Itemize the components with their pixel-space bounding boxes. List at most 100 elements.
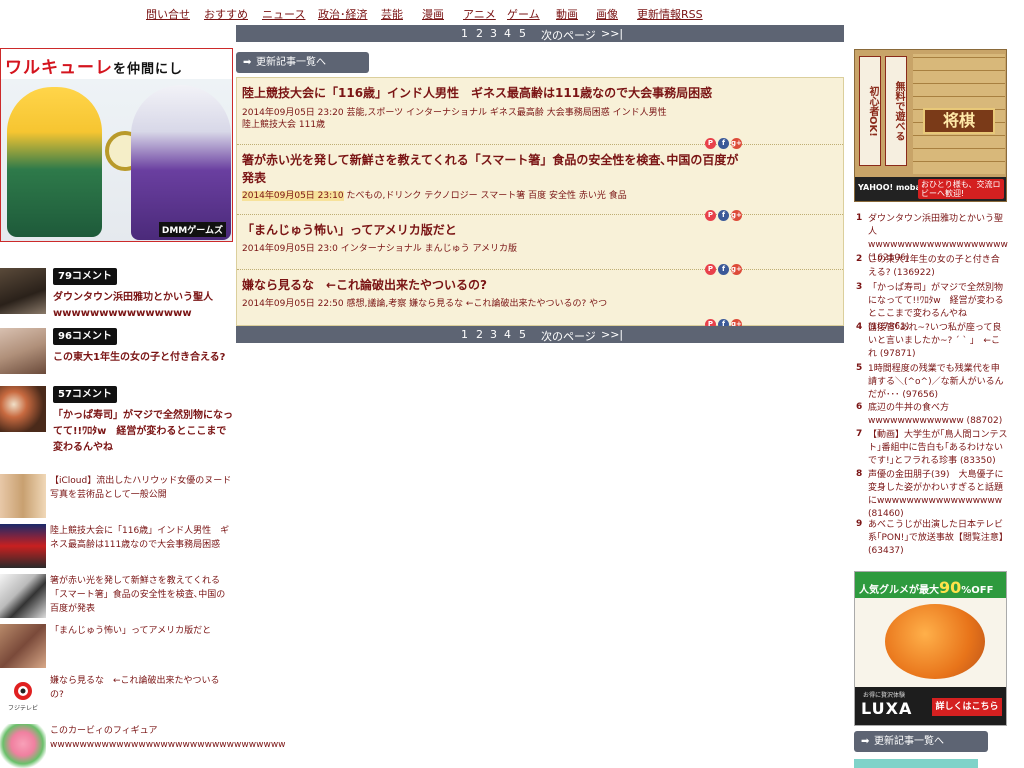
article-tags[interactable]: インターナショナル まんじゅう アメリカ版: [341, 244, 517, 254]
thumbnail: [0, 574, 46, 618]
ad-vertical-text: 無料で遊べる: [885, 56, 907, 166]
article-date: 2014年09月05日 23:0: [242, 244, 338, 254]
ad-character-silver-hair: [131, 85, 231, 240]
article-list: 陸上競技大会に「116歳」インド人男性 ギネス最高齢は111歳なので大会事務局困…: [236, 77, 844, 330]
pager-last[interactable]: >>|: [601, 328, 623, 341]
pager-page-4[interactable]: 4: [504, 328, 511, 341]
ranking-title[interactable]: ダウンタウン浜田雅功とかいう聖人wwwwwwwwwwwwwww: [53, 290, 233, 322]
pager-page-1[interactable]: 1: [461, 328, 468, 341]
share-buttons: Pf g+: [705, 130, 745, 149]
side-list-item[interactable]: 【iCloud】流出したハリウッド女優のヌード写真を芸術品として一般公開: [0, 474, 233, 520]
article-title[interactable]: 「まんじゅう怖い」ってアメリカ版だと: [242, 221, 742, 239]
thumbnail: [0, 524, 46, 568]
rank-text[interactable]: 【動画】大学生が｢鳥人間コンテスト｣番組中に告白も｢あるわけないです!｣とフラれ…: [868, 429, 1008, 468]
ad-logo: DMMゲームズ: [158, 222, 226, 237]
pager-page-4[interactable]: 4: [504, 27, 511, 40]
article-item: 「まんじゅう怖い」ってアメリカ版だと 2014年09月05日 23:0 インター…: [237, 215, 843, 275]
comment-count-badge: 96コメント: [53, 328, 117, 345]
arrow-right-icon: ➡: [861, 736, 870, 747]
ranking-title[interactable]: 「かっぱ寿司」がマジで全然別物になってて!!ﾜﾛﾀw 経営が変わるとここまで変わ…: [53, 408, 233, 456]
arrow-right-icon: ➡: [243, 57, 252, 68]
nav-game[interactable]: ゲーム: [507, 6, 540, 22]
share-buttons: Pf g+: [705, 311, 745, 330]
side-item-title[interactable]: 箸が赤い光を発して新鮮さを教えてくれる「スマート箸」食品の安全性を検査､中国の百…: [50, 574, 233, 616]
side-list-item[interactable]: フジテレビ 嫌なら見るな ←これ論破出来たやついるの?: [0, 674, 233, 720]
rank-text[interactable]: 面接官｢あれ~?いつ私が座って良いと言いましたか~? ´ ` ｣ ←これ (97…: [868, 322, 1008, 361]
pager-last[interactable]: >>|: [601, 27, 623, 40]
nav-video[interactable]: 動画: [556, 6, 578, 22]
shogi-ad-banner[interactable]: 初心者OK! 無料で遊べる 将棋 YAHOO! mobage おひとり様も、交流…: [854, 49, 1007, 202]
rank-number: 7: [856, 429, 863, 439]
svg-text:フジテレビ: フジテレビ: [8, 704, 38, 712]
pager-bottom: 1 2 3 4 5 次のページ >>|: [236, 326, 844, 343]
nav-images[interactable]: 画像: [596, 6, 618, 22]
side-item-title[interactable]: 【iCloud】流出したハリウッド女優のヌード写真を芸術品として一般公開: [50, 474, 233, 502]
side-item-title[interactable]: 嫌なら見るな ←これ論破出来たやついるの?: [50, 674, 233, 702]
side-list-item[interactable]: 「まんじゅう怖い」ってアメリカ版だと: [0, 624, 233, 670]
shogi-title-plate: 将棋: [923, 108, 995, 134]
article-list-button[interactable]: ➡ 更新記事一覧へ: [854, 731, 988, 752]
pager-page-2[interactable]: 2: [476, 27, 483, 40]
article-meta: 2014年09月05日 23:20 芸能,スポーツ インターナショナル ギネス最…: [242, 107, 682, 131]
ad-cta[interactable]: 詳しくはこちら: [932, 698, 1002, 716]
nav-manga[interactable]: 漫画: [422, 6, 444, 22]
rank-number: 1: [856, 213, 863, 223]
rank-text[interactable]: 声優の金田朋子(39) 大島優子に変身した姿がかわいすぎると話題にwwwwwww…: [868, 469, 1008, 521]
left-ranking-item[interactable]: 57コメント 「かっぱ寿司」がマジで全然別物になってて!!ﾜﾛﾀw 経営が変わる…: [0, 386, 233, 456]
article-item: 陸上競技大会に「116歳」インド人男性 ギネス最高齢は111歳なので大会事務局困…: [237, 78, 843, 149]
article-list-button[interactable]: ➡ 更新記事一覧へ: [236, 52, 369, 73]
ad-headline: 人気グルメが最大90%OFF: [855, 572, 1006, 598]
nav-entertainment[interactable]: 芸能: [381, 6, 403, 22]
article-date: 2014年09月05日 23:10: [242, 191, 344, 201]
pager-page-2[interactable]: 2: [476, 328, 483, 341]
pager-next[interactable]: 次のページ: [541, 27, 596, 43]
pager-top: 1 2 3 4 5 次のページ >>|: [236, 25, 844, 42]
article-title[interactable]: 箸が赤い光を発して新鮮さを教えてくれる「スマート箸」食品の安全性を検査､中国の百…: [242, 151, 742, 187]
share-buttons: Pf g+: [705, 202, 745, 221]
ad-cta[interactable]: おひとり様も、交流ロビーへ歓迎!: [918, 179, 1004, 199]
side-item-title[interactable]: このカービィのフィギュアwwwwwwwwwwwwwwwwwwwwwwwwwwww…: [50, 724, 286, 752]
thumbnail: [0, 268, 46, 314]
rank-text[interactable]: 底辺の牛丼の食べ方wwwwwwwwwwwww (88702): [868, 402, 1008, 428]
ad-title: ワルキューレを仲間にし: [5, 58, 184, 78]
side-list-item[interactable]: このカービィのフィギュアwwwwwwwwwwwwwwwwwwwwwwwwwwww…: [0, 724, 286, 768]
side-list-item[interactable]: 箸が赤い光を発して新鮮さを教えてくれる「スマート箸」食品の安全性を検査､中国の百…: [0, 574, 233, 620]
fujitv-logo-thumbnail: フジテレビ: [0, 674, 46, 718]
luxa-ad-banner[interactable]: 人気グルメが最大90%OFF お得に贅沢体験 LUXA 詳しくはこちら: [854, 571, 1007, 726]
ad-footer: YAHOO! mobage おひとり様も、交流ロビーへ歓迎!: [855, 177, 1006, 201]
article-tags[interactable]: 感想,議論,考察 嫌なら見るな ←これ論破出来たやついるの? やつ: [346, 299, 607, 309]
rank-text[interactable]: この東大1年生の女の子と付き合える? (136922): [868, 254, 1008, 280]
nav-news[interactable]: ニュース: [262, 6, 305, 22]
left-ranking-item[interactable]: 96コメント この東大1年生の女の子と付き合える?: [0, 328, 233, 374]
thumbnail: [0, 474, 46, 518]
side-list-item[interactable]: 陸上競技大会に「116歳」インド人男性 ギネス最高齢は111歳なので大会事務局困…: [0, 524, 233, 570]
article-meta: 2014年09月05日 22:50 感想,議論,考察 嫌なら見るな ←これ論破出…: [242, 298, 682, 310]
article-tags[interactable]: 陸上競技大会 111歳: [242, 120, 325, 130]
article-tags[interactable]: 芸能,スポーツ インターナショナル ギネス最高齢 大会事務局困惑 インド人男性: [346, 108, 666, 118]
rank-text[interactable]: あべこうじが出演した日本テレビ系｢PON!｣で放送事故【閲覧注意】 (63437…: [868, 519, 1008, 558]
share-buttons: Pf g+: [705, 256, 745, 275]
rank-text[interactable]: 1時間程度の残業でも残業代を申請する＼(^o^)／な新人がいるんだが･･･ (9…: [868, 363, 1008, 402]
side-item-title[interactable]: 「まんじゅう怖い」ってアメリカ版だと: [50, 624, 233, 638]
pager-next[interactable]: 次のページ: [541, 328, 596, 344]
pager-page-5[interactable]: 5: [519, 328, 526, 341]
nav-recommended[interactable]: おすすめ: [204, 6, 248, 22]
nav-contact[interactable]: 問い合せ: [146, 6, 190, 22]
article-tags[interactable]: たべもの,ドリンク テクノロジー スマート箸 百度 安全性 赤い光 食品: [346, 191, 626, 201]
ranking-title[interactable]: この東大1年生の女の子と付き合える?: [53, 350, 233, 366]
left-ranking-item[interactable]: 79コメント ダウンタウン浜田雅功とかいう聖人wwwwwwwwwwwwwww: [0, 268, 233, 320]
nav-anime[interactable]: アニメ: [463, 6, 496, 22]
article-title[interactable]: 陸上競技大会に「116歳」インド人男性 ギネス最高齢は111歳なので大会事務局困…: [242, 84, 742, 102]
nav-politics-economy[interactable]: 政治･経済: [318, 6, 368, 22]
pager-page-5[interactable]: 5: [519, 27, 526, 40]
nav-rss[interactable]: 更新情報RSS: [637, 6, 703, 22]
pager-page-3[interactable]: 3: [490, 27, 497, 40]
article-item: 箸が赤い光を発して新鮮さを教えてくれる「スマート箸」食品の安全性を検査､中国の百…: [237, 145, 843, 221]
article-title[interactable]: 嫌なら見るな ←これ論破出来たやついるの?: [242, 276, 742, 294]
left-ad-banner[interactable]: ワルキューレを仲間にし DMMゲームズ: [0, 48, 233, 242]
side-item-title[interactable]: 陸上競技大会に「116歳」インド人男性 ギネス最高齢は111歳なので大会事務局困…: [50, 524, 233, 552]
article-meta: 2014年09月05日 23:0 インターナショナル まんじゅう アメリカ版: [242, 243, 682, 255]
pager-page-1[interactable]: 1: [461, 27, 468, 40]
article-item: 嫌なら見るな ←これ論破出来たやついるの? 2014年09月05日 22:50 …: [237, 270, 843, 330]
pager-page-3[interactable]: 3: [490, 328, 497, 341]
